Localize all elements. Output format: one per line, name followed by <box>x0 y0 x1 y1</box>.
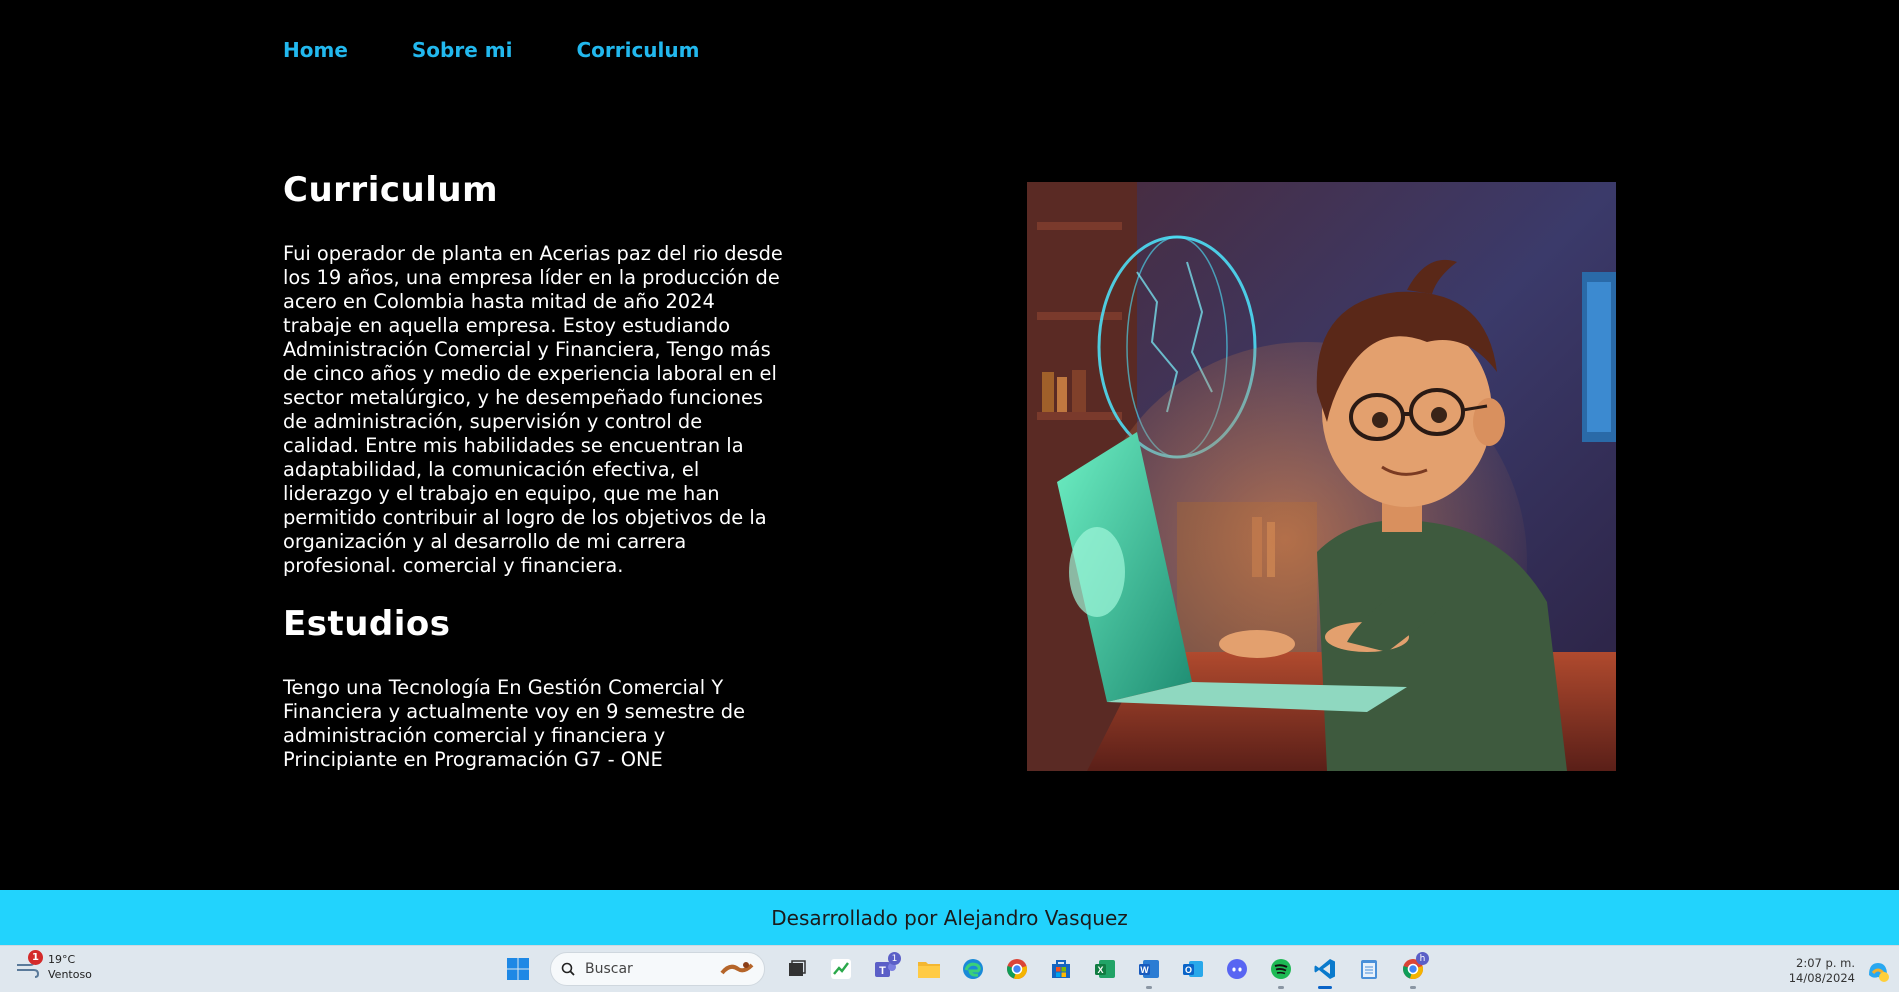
file-explorer-icon[interactable] <box>911 951 947 987</box>
svg-text:X: X <box>1097 965 1103 975</box>
spotify-icon[interactable] <box>1263 951 1299 989</box>
page-footer: Desarrollado por Alejandro Vasquez <box>0 890 1899 945</box>
studies-paragraph: Tengo una Tecnología En Gestión Comercia… <box>283 676 746 771</box>
weather-condition: Ventoso <box>48 968 92 981</box>
curriculum-paragraph: Fui operador de planta en Acerias paz de… <box>283 242 783 577</box>
curriculum-section: Curriculum Fui operador de planta en Ace… <box>283 170 783 772</box>
svg-text:W: W <box>1140 965 1149 975</box>
notepad-icon[interactable] <box>1351 951 1387 987</box>
nav-about-link[interactable]: Sobre mi <box>412 38 513 62</box>
copilot-icon[interactable] <box>1865 957 1891 983</box>
chrome-profile-badge: h <box>1416 952 1429 965</box>
clock-time: 2:07 p. m. <box>1796 956 1855 970</box>
discord-icon[interactable] <box>1219 951 1255 987</box>
stocks-icon[interactable] <box>823 951 859 987</box>
excel-icon[interactable]: X <box>1087 951 1123 987</box>
task-view-icon[interactable] <box>779 951 815 987</box>
svg-text:O: O <box>1185 965 1192 975</box>
chrome-icon[interactable] <box>999 951 1035 987</box>
teams-badge: 1 <box>888 952 901 965</box>
taskbar: 1 19°C Ventoso Buscar T 1 X W O h 2:07 p… <box>0 945 1899 992</box>
nav-curriculum-link[interactable]: Corriculum <box>576 38 699 62</box>
weather-widget[interactable]: 1 19°C Ventoso <box>14 950 92 982</box>
svg-text:T: T <box>879 965 886 977</box>
outlook-icon[interactable]: O <box>1175 951 1211 987</box>
studies-heading: Estudios <box>283 604 451 644</box>
microsoft-store-icon[interactable] <box>1043 951 1079 987</box>
illustration-image <box>1027 182 1616 771</box>
teams-icon[interactable]: T 1 <box>867 951 903 987</box>
word-icon[interactable]: W <box>1131 951 1167 989</box>
footer-credit: Desarrollado por Alejandro Vasquez <box>771 905 1128 930</box>
system-clock[interactable]: 2:07 p. m. 14/08/2024 <box>1789 956 1855 986</box>
edge-icon[interactable] <box>955 951 991 987</box>
search-icon <box>561 962 575 976</box>
search-placeholder: Buscar <box>585 961 633 977</box>
top-nav: Home Sobre mi Corriculum <box>283 38 699 62</box>
taskbar-search[interactable]: Buscar <box>550 952 765 986</box>
weather-badge: 1 <box>28 950 43 965</box>
weather-temp: 19°C <box>48 953 76 966</box>
nav-home-link[interactable]: Home <box>283 38 348 62</box>
vscode-icon[interactable] <box>1307 951 1343 989</box>
chrome-profile-icon[interactable]: h <box>1395 951 1431 989</box>
search-highlight-icon <box>720 962 754 975</box>
wind-icon: 1 <box>14 950 43 980</box>
clock-date: 14/08/2024 <box>1788 971 1855 985</box>
page-title: Curriculum <box>283 170 498 210</box>
windows-start-icon[interactable] <box>500 951 536 987</box>
